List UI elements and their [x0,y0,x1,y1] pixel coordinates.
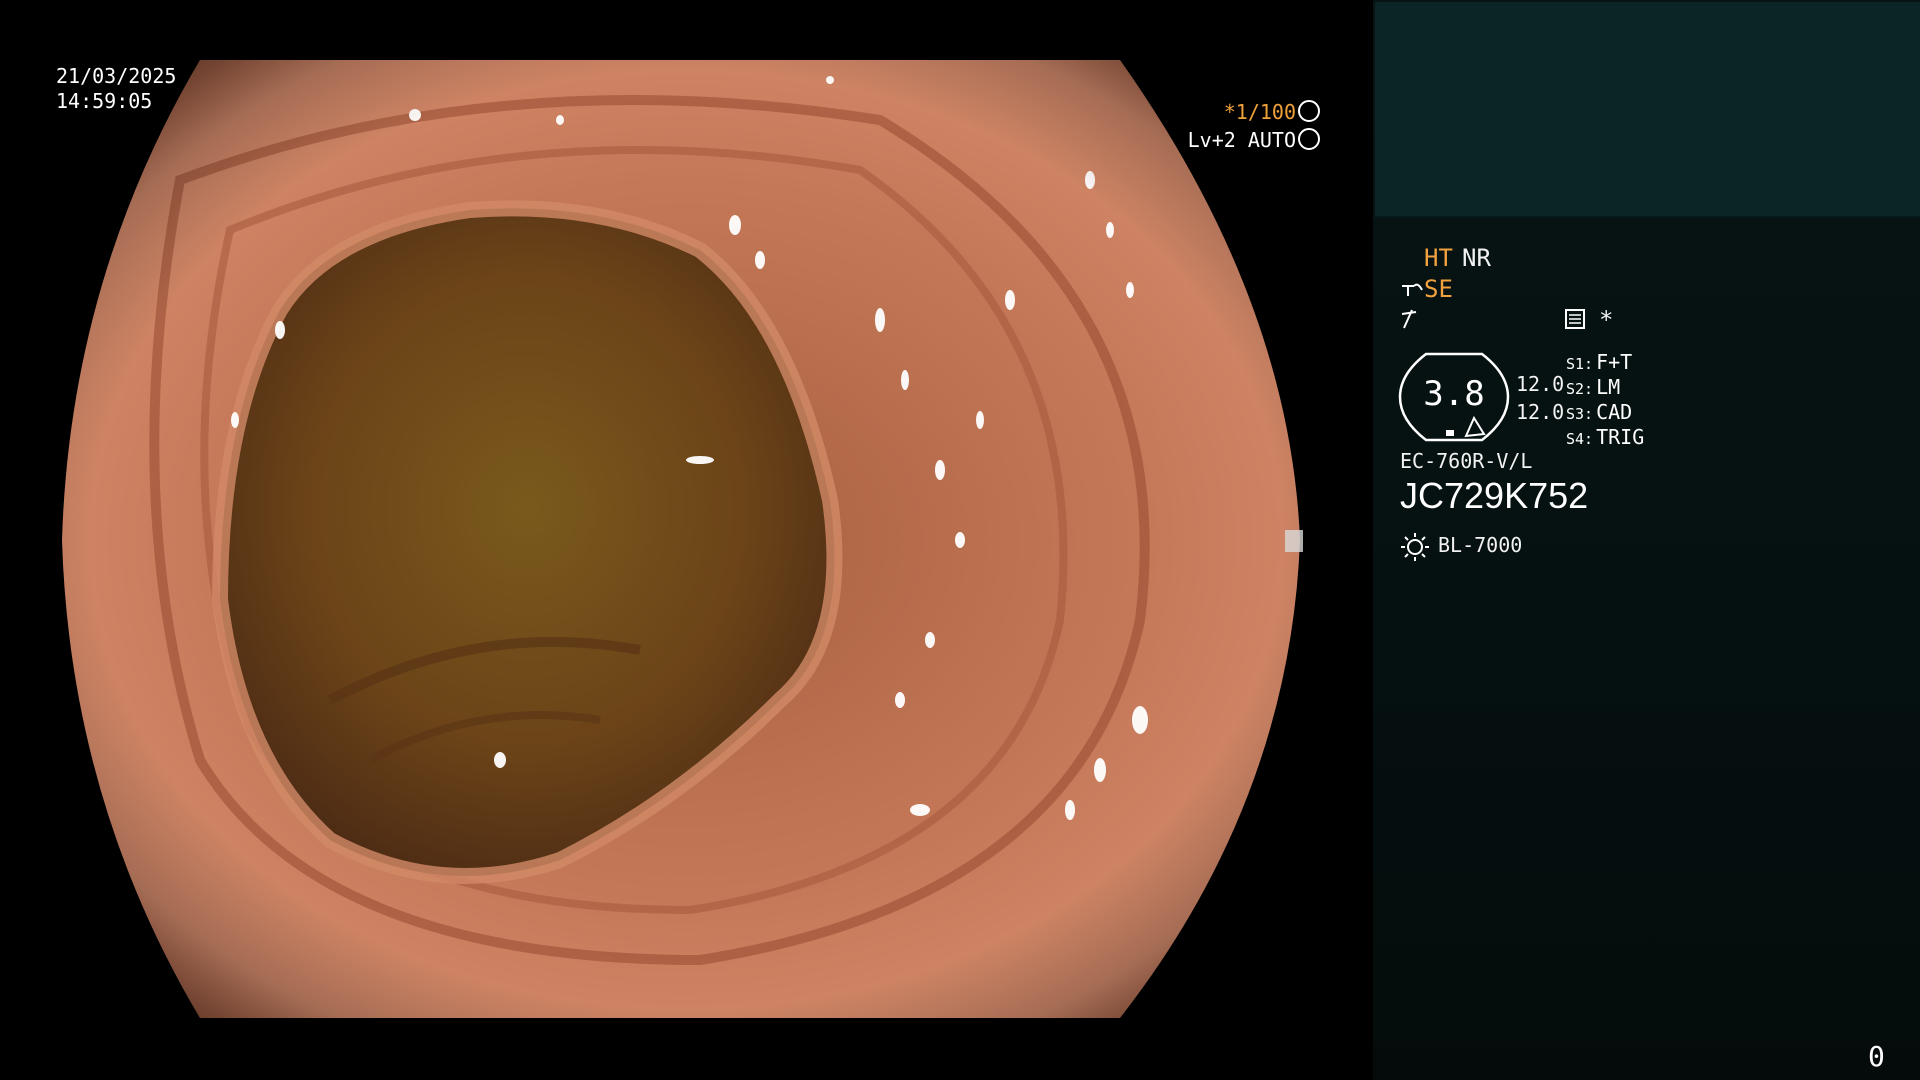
level-row: Lv+2 AUTO [1100,126,1320,154]
date-text: 21/03/2025 [56,64,177,88]
endoscope-image-area: 21/03/2025 14:59:05 *1/100 Lv+2 AUTO [0,0,1373,1080]
zoom-value: 3.8 [1423,374,1485,414]
switch-key: S4: [1566,430,1594,448]
light-source: BL-7000 [1438,533,1523,557]
panel-divider [1373,216,1920,218]
date-time-overlay: 21/03/2025 14:59:05 [56,64,176,114]
enhance-icon [1402,283,1423,296]
star-label: * [1599,306,1614,334]
time-text: 14:59:05 [56,89,153,113]
endoscopic-view [62,60,1303,1018]
shutter-icon [1298,100,1320,122]
switch-row-3: S3: CAD [1566,400,1632,426]
switch-key: S3: [1566,405,1594,423]
exposure-overlay: *1/100 Lv+2 AUTO [1100,98,1320,154]
corner-counter: 0 [1868,1040,1885,1073]
switch-value: CAD [1596,400,1633,424]
serial-number: JC729K752 [1400,475,1589,516]
switch-value: LM [1596,375,1621,399]
switch-row-1: S1: F+T [1566,350,1632,376]
tilde-icon [1401,309,1417,329]
switch-row-4: S4: TRIG [1566,425,1644,451]
nr-label: NR [1462,244,1491,272]
shutter-row: *1/100 [1100,98,1320,126]
switch-key: S1: [1566,355,1594,373]
sun-icon [1401,533,1429,561]
level-text: Lv+2 AUTO [1187,128,1296,152]
value-1: 12.0 [1516,372,1565,396]
se-label: SE [1424,275,1453,303]
shutter-text: *1/100 [1223,100,1296,124]
switch-key: S2: [1566,380,1594,398]
settings-icon [1565,309,1585,329]
value-2: 12.0 [1516,400,1565,424]
scope-model: EC-760R-V/L [1400,449,1533,473]
ht-label: HT [1424,244,1453,272]
switch-value: F+T [1596,350,1633,374]
switch-row-2: S2: LM [1566,375,1620,401]
panel-header-area [1375,2,1920,216]
iris-icon [1298,128,1320,150]
switch-value: TRIG [1596,425,1645,449]
